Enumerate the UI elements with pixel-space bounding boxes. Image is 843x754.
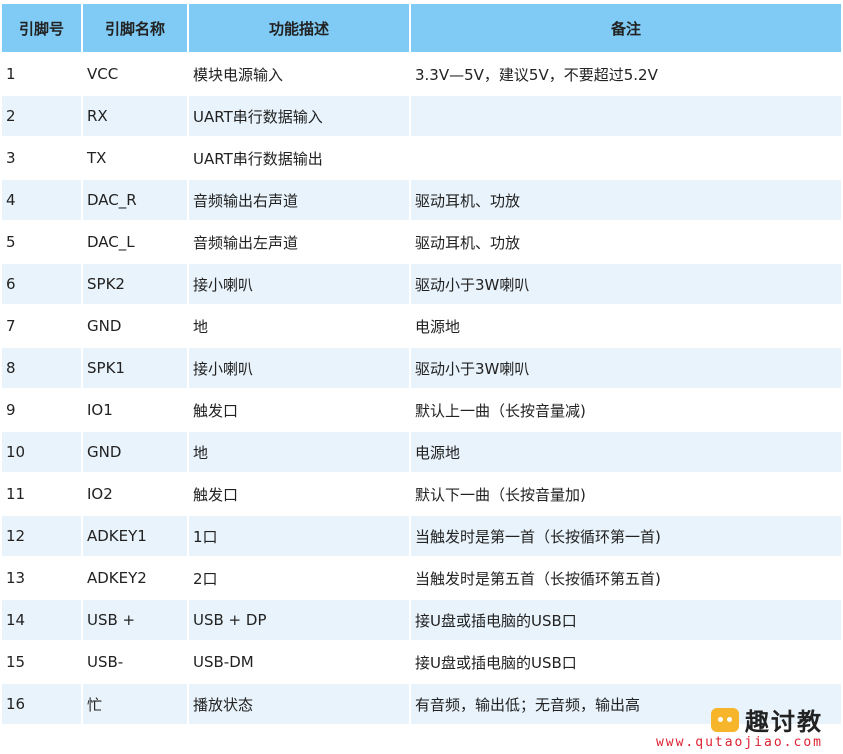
- cell-pin-name: VCC: [87, 65, 119, 83]
- cell-pin-number: 6: [2, 264, 81, 304]
- cell-pin-number: 1: [6, 65, 16, 83]
- cell-remarks: 电源地: [411, 432, 841, 472]
- cell-remarks: [411, 96, 841, 136]
- table-row: 10 GND 地电源地: [2, 432, 841, 472]
- watermark-logo-text: 趣讨教: [745, 708, 823, 736]
- table-row: 6 SPK2 接小喇叭 驱动小于3W喇叭: [2, 264, 841, 304]
- cell-pin-name: IO1: [87, 401, 113, 419]
- cell-pin-name: RX: [83, 96, 187, 136]
- cell-function: 接小喇叭: [189, 264, 409, 304]
- cell-pin-name: 忙: [83, 684, 187, 724]
- table-row: 14 USB + USB + DP 接U盘或插电脑的USB口: [2, 600, 841, 640]
- table-row: 5 DAC_L 音频输出左声道 驱动耳机、功放: [2, 222, 841, 262]
- table-row: 3 TX UART串行数据输出: [2, 138, 841, 178]
- cell-remarks: 3.3V—5V，建议5V，不要超过5.2V: [415, 65, 658, 84]
- cell-pin-number: 5: [6, 233, 16, 251]
- cell-function: USB-DM: [193, 653, 254, 671]
- table-row: 8 SPK1 接小喇叭 驱动小于3W喇叭: [2, 348, 841, 388]
- cell-pin-number: 8: [2, 348, 81, 388]
- cell-remarks: 当触发时是第一首（长按循环第一首): [411, 516, 841, 556]
- header-remarks: 备注: [411, 4, 841, 52]
- table-row: 4 DAC_R 音频输出右声道 驱动耳机、功放: [2, 180, 841, 220]
- header-function: 功能描述: [189, 4, 409, 52]
- cell-function: 模块电源输入: [193, 65, 284, 84]
- table-row: 9 IO1 触发口 默认上一曲（长按音量减): [2, 390, 841, 430]
- cell-pin-number: 7: [6, 317, 16, 335]
- cell-pin-number: 3: [6, 149, 16, 167]
- cell-function: 音频输出右声道: [189, 180, 409, 220]
- cell-pin-number: 12: [2, 516, 81, 556]
- table-row: 7 GND 地 电源地: [2, 306, 841, 346]
- cell-pin-number: 15: [6, 653, 26, 671]
- cell-remarks: 电源地: [415, 317, 461, 336]
- cell-remarks: 当触发时是第五首（长按循环第五首): [415, 569, 661, 588]
- cell-pin-name: SPK2: [83, 264, 187, 304]
- cell-function: 音频输出左声道: [193, 233, 299, 252]
- cell-pin-number: 4: [2, 180, 81, 220]
- header-pin-name: 引脚名称: [83, 4, 187, 52]
- cell-function: 接小喇叭: [189, 348, 409, 388]
- cell-pin-name: ADKEY1: [83, 516, 187, 556]
- cell-function: UART串行数据输入: [189, 96, 409, 136]
- cell-function: USB + DP: [189, 600, 409, 640]
- table-row: 11 IO2 触发口 默认下一曲（长按音量加): [2, 474, 841, 514]
- cell-remarks: [411, 138, 841, 178]
- cell-remarks: 默认上一曲（长按音量减): [415, 401, 586, 420]
- cell-pin-number: 10: [2, 432, 81, 472]
- cell-pin-name: ADKEY2: [87, 569, 147, 587]
- cell-pin-name: DAC_L: [87, 233, 135, 251]
- cell-function: 触发口: [193, 401, 239, 420]
- cell-pin-name: GND: [87, 317, 122, 335]
- pin-table: 引脚号 引脚名称 功能描述 备注 1 VCC 模块电源输入 3.3V—5V，建议5V，…: [0, 2, 843, 726]
- cell-remarks: 驱动小于3W喇叭: [411, 348, 841, 388]
- header-pin-number: 引脚号: [2, 4, 81, 52]
- cell-remarks: 驱动耳机、功放: [415, 233, 521, 252]
- cell-function: 播放状态: [189, 684, 409, 724]
- table-row: 13 ADKEY2 2口 当触发时是第五首（长按循环第五首): [2, 558, 841, 598]
- cell-pin-number: 9: [6, 401, 16, 419]
- cell-pin-name: GND: [83, 432, 187, 472]
- cell-pin-name: USB-: [87, 653, 124, 671]
- cell-pin-number: 13: [6, 569, 26, 587]
- table-row: 2 RX UART串行数据输入: [2, 96, 841, 136]
- table-header-row: 引脚号 引脚名称 功能描述 备注: [2, 4, 841, 52]
- cell-remarks: 默认下一曲（长按音量加): [415, 485, 586, 504]
- table-row: 15 USB- USB-DM 接U盘或插电脑的USB口: [2, 642, 841, 682]
- cell-function: 地: [189, 432, 409, 472]
- cell-remarks: 接U盘或插电脑的USB口: [411, 600, 841, 640]
- cell-function: 地: [193, 317, 209, 336]
- cell-function: 1口: [189, 516, 409, 556]
- chat-bubble-logo-icon: [711, 707, 739, 732]
- cell-function: 2口: [193, 569, 218, 588]
- cell-pin-number: 16: [2, 684, 81, 724]
- watermark-url: www.qutaojiao.com: [655, 735, 823, 750]
- cell-pin-name: SPK1: [83, 348, 187, 388]
- cell-function: 触发口: [193, 485, 239, 504]
- table-row: 1 VCC 模块电源输入 3.3V—5V，建议5V，不要超过5.2V: [2, 54, 841, 94]
- cell-pin-name: IO2: [87, 485, 113, 503]
- cell-pin-number: 11: [6, 485, 26, 503]
- cell-pin-name: DAC_R: [83, 180, 187, 220]
- site-watermark: 趣讨教 www.qutaojiao.com: [656, 702, 823, 750]
- cell-pin-number: 2: [2, 96, 81, 136]
- cell-remarks: 驱动耳机、功放: [411, 180, 841, 220]
- table-row: 12 ADKEY1 1口 当触发时是第一首（长按循环第一首): [2, 516, 841, 556]
- cell-pin-name: USB +: [83, 600, 187, 640]
- cell-remarks: 接U盘或插电脑的USB口: [415, 653, 577, 672]
- cell-pin-number: 14: [2, 600, 81, 640]
- cell-pin-name: TX: [87, 149, 107, 167]
- cell-remarks: 驱动小于3W喇叭: [411, 264, 841, 304]
- cell-function: UART串行数据输出: [193, 149, 323, 168]
